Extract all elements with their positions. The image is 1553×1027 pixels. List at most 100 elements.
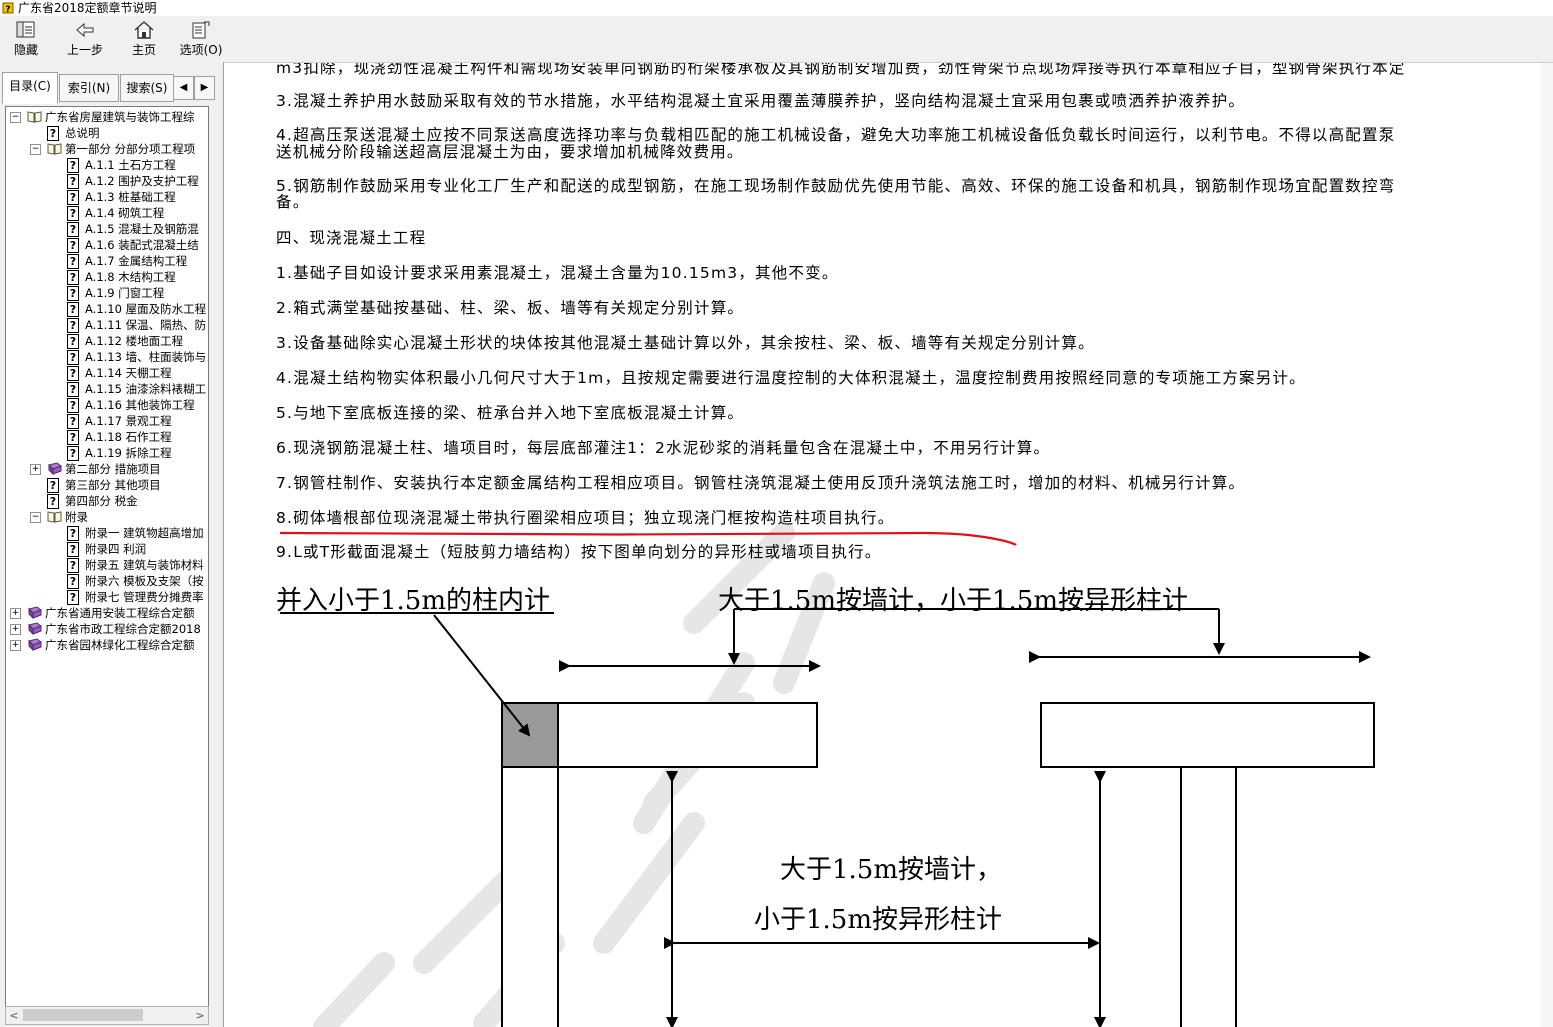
navigation-pane: 目录(C) 索引(N) 搜索(S) ◀ ▶ − 广东省房屋建筑与装饰工程综? 总说明…: [0, 62, 218, 1027]
figure-label-mid-1: 大于1.5m按墙计，: [780, 855, 1003, 885]
content-vertical-scrollbar[interactable]: [1540, 63, 1553, 1027]
expand-icon[interactable]: +: [10, 608, 21, 619]
help-topic-icon: ?: [47, 494, 59, 509]
help-topic-icon: ?: [67, 446, 79, 461]
figure-label-left: 并入小于1.5m的柱内计: [276, 586, 551, 616]
help-topic-icon: ?: [67, 590, 79, 605]
tree-item-label: 总说明: [65, 126, 100, 140]
tree-item[interactable]: ? A.1.18 石作工程: [6, 429, 206, 445]
hide-label: 隐藏: [13, 43, 38, 57]
tree-item-label: 附录一 建筑物超高增加: [85, 526, 204, 540]
tree-item[interactable]: ? A.1.5 混凝土及钢筋混: [6, 221, 206, 237]
tree-item[interactable]: ? 附录五 建筑与装饰材料: [6, 557, 206, 573]
tree-item[interactable]: ? A.1.8 木结构工程: [6, 269, 206, 285]
tree-item[interactable]: ? 总说明: [6, 125, 206, 141]
tree-item[interactable]: ? 附录七 管理费分摊费率: [6, 589, 206, 605]
tree-item[interactable]: ? A.1.19 拆除工程: [6, 445, 206, 461]
help-topic-icon: ?: [67, 558, 79, 573]
tree-item[interactable]: ? A.1.11 保温、隔热、防: [6, 317, 206, 333]
tab-scroll-right-icon[interactable]: ▶: [194, 76, 215, 100]
hide-pane-icon: [16, 21, 35, 38]
collapse-icon[interactable]: −: [30, 512, 41, 523]
tab-index[interactable]: 索引(N): [59, 74, 119, 102]
tree-item-label: 第三部分 其他项目: [65, 478, 161, 492]
home-icon: [134, 21, 154, 39]
options-button[interactable]: 选项(O): [176, 18, 226, 60]
t-section-flange: [1040, 702, 1375, 768]
tree-item[interactable]: ? A.1.13 墙、柱面装饰与: [6, 349, 206, 365]
tree-item[interactable]: ? A.1.17 景观工程: [6, 413, 206, 429]
tree-item[interactable]: ? 附录六 模板及支架（按: [6, 573, 206, 589]
tree-item[interactable]: ? A.1.4 砌筑工程: [6, 205, 206, 221]
tree-item-label: A.1.15 油漆涂料裱糊工: [85, 382, 207, 396]
tree-item[interactable]: ? A.1.16 其他装饰工程: [6, 397, 206, 413]
help-topic-icon: ?: [67, 238, 79, 253]
tree-item[interactable]: ? 第三部分 其他项目: [6, 477, 206, 493]
collapse-icon[interactable]: −: [10, 112, 21, 123]
tree-item[interactable]: ? A.1.1 土石方工程: [6, 157, 206, 173]
help-topic-icon: ?: [67, 574, 79, 589]
expand-icon[interactable]: +: [10, 640, 21, 651]
options-icon: [192, 21, 210, 39]
tree-item[interactable]: + 广东省园林绿化工程综合定额: [6, 637, 206, 653]
tree-item[interactable]: ? A.1.2 围护及支护工程: [6, 173, 206, 189]
topic-content: m3扣除，现浇劲性混凝土构件和需现场安装单向钢筋的桁架楼承板及其钢筋制安增加费，…: [224, 63, 1553, 1027]
help-topic-icon: ?: [67, 430, 79, 445]
tree-item-label: A.1.12 楼地面工程: [85, 334, 184, 348]
tree-item-label: A.1.10 屋面及防水工程: [85, 302, 207, 316]
home-button[interactable]: 主页: [124, 18, 164, 60]
tree-item[interactable]: ? A.1.3 桩基础工程: [6, 189, 206, 205]
back-button[interactable]: 上一步: [62, 18, 108, 60]
tab-search[interactable]: 搜索(S): [120, 74, 174, 102]
help-topic-icon: ?: [67, 222, 79, 237]
help-topic-icon: ?: [67, 286, 79, 301]
tree-item[interactable]: ? A.1.14 天棚工程: [6, 365, 206, 381]
svg-text:?: ?: [5, 5, 10, 14]
tree-horizontal-scrollbar[interactable]: < >: [5, 1006, 209, 1025]
scroll-left-icon[interactable]: <: [6, 1007, 22, 1024]
help-app-icon: ?: [2, 2, 14, 14]
contents-tree[interactable]: − 广东省房屋建筑与装饰工程综? 总说明 − 第一部分 分部分项工程项? A.1.1 土石…: [5, 106, 209, 1015]
help-topic-icon: ?: [67, 302, 79, 317]
tree-item[interactable]: − 附录: [6, 509, 206, 525]
l-section-web: [501, 766, 559, 1027]
tree-item[interactable]: − 广东省房屋建筑与装饰工程综: [6, 109, 206, 125]
expand-icon[interactable]: +: [10, 624, 21, 635]
help-topic-icon: ?: [67, 318, 79, 333]
tree-item[interactable]: ? A.1.10 屋面及防水工程: [6, 301, 206, 317]
collapse-icon[interactable]: −: [30, 144, 41, 155]
hide-button[interactable]: 隐藏: [6, 18, 46, 60]
book-open-icon: [47, 510, 62, 523]
tree-item-label: A.1.17 景观工程: [85, 414, 172, 428]
figure-label-top: 大于1.5m按墙计，小于1.5m按异形柱计: [718, 586, 1189, 616]
tree-item-label: 第二部分 措施项目: [65, 462, 161, 476]
help-topic-icon: ?: [67, 382, 79, 397]
tree-item-label: 第四部分 税金: [65, 494, 138, 508]
tree-item[interactable]: − 第一部分 分部分项工程项: [6, 141, 206, 157]
t-section-web: [1180, 766, 1237, 1027]
tree-item-label: 附录: [65, 510, 88, 524]
tree-item[interactable]: ? A.1.15 油漆涂料裱糊工: [6, 381, 206, 397]
tree-item[interactable]: ? A.1.7 金属结构工程: [6, 253, 206, 269]
tree-item[interactable]: ? 第四部分 税金: [6, 493, 206, 509]
scroll-right-icon[interactable]: >: [192, 1007, 208, 1024]
tree-item[interactable]: ? A.1.9 门窗工程: [6, 285, 206, 301]
tab-contents[interactable]: 目录(C): [2, 72, 58, 104]
tree-item[interactable]: ? A.1.12 楼地面工程: [6, 333, 206, 349]
tree-item[interactable]: ? A.1.6 装配式混凝土结: [6, 237, 206, 253]
tree-item[interactable]: + 广东省通用安装工程综合定额: [6, 605, 206, 621]
tree-item[interactable]: + 第二部分 措施项目: [6, 461, 206, 477]
tree-item[interactable]: ? 附录四 利润: [6, 541, 206, 557]
figure-label-mid-2: 小于1.5m按异形柱计: [754, 905, 1003, 935]
tree-item-label: A.1.3 桩基础工程: [85, 190, 176, 204]
tree-item-label: A.1.7 金属结构工程: [85, 254, 188, 268]
tree-item[interactable]: ? 附录一 建筑物超高增加: [6, 525, 206, 541]
help-topic-icon: ?: [67, 414, 79, 429]
tree-item-label: 广东省市政工程综合定额2018: [45, 622, 201, 636]
expand-icon[interactable]: +: [30, 464, 41, 475]
tree-item-label: 附录七 管理费分摊费率: [85, 590, 204, 604]
back-arrow-icon: [76, 22, 94, 38]
tab-scroll-left-icon[interactable]: ◀: [173, 76, 194, 100]
tree-item[interactable]: + 广东省市政工程综合定额2018: [6, 621, 206, 637]
scroll-thumb[interactable]: [23, 1009, 143, 1021]
